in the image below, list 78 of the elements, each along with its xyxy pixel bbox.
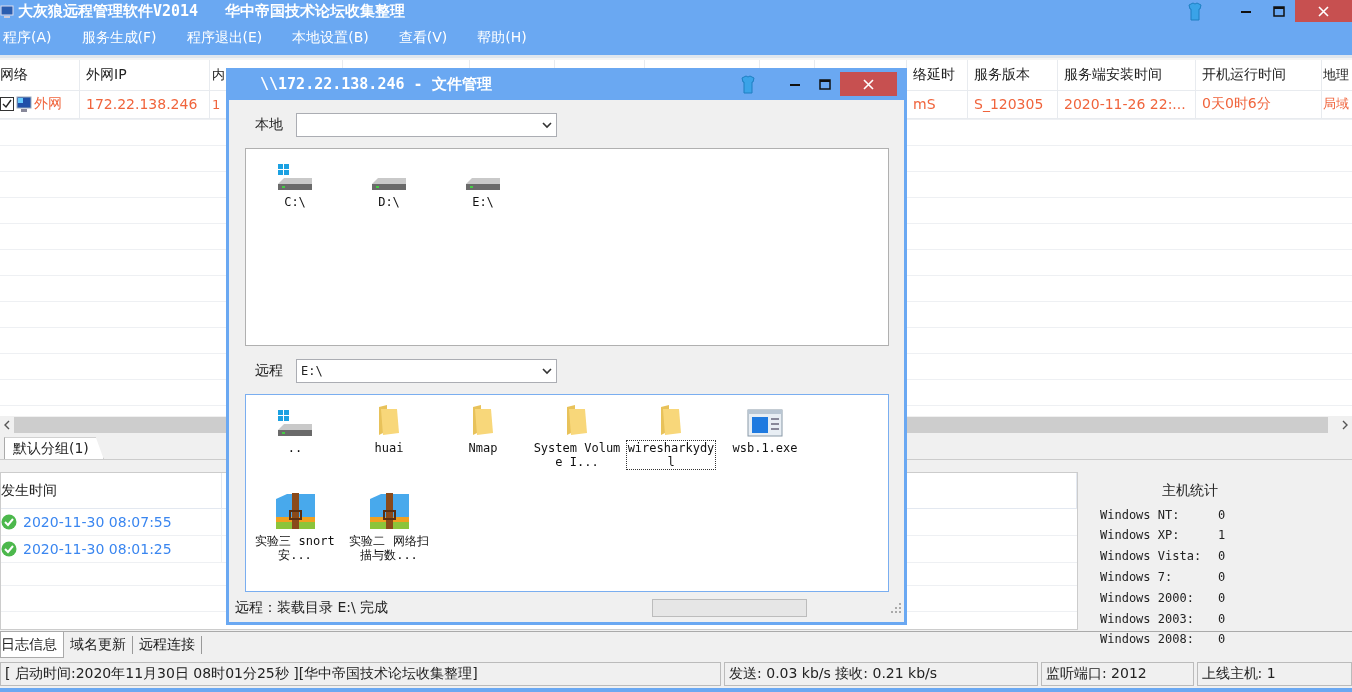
table-cell: 0天0时6分 [1196, 90, 1322, 118]
window-icon [747, 409, 783, 437]
computer-icon [16, 95, 32, 113]
table-cell: 外网 [34, 95, 62, 114]
column-header[interactable]: 开机运行时间 [1196, 59, 1322, 90]
folder-icon [471, 403, 495, 437]
column-header[interactable]: 服务端安装时间 [1058, 59, 1196, 90]
stat-value: 0 [1218, 590, 1226, 605]
folder-icon [377, 403, 401, 437]
file-item[interactable]: huai [342, 401, 436, 494]
file-item[interactable]: wsb.1.exe [718, 401, 812, 494]
stats-title: 主机统计 [1161, 482, 1219, 501]
table-cell: 172.22.138.246 [80, 90, 210, 118]
close-icon [1318, 5, 1329, 17]
stat-label: Windows 2008: [1100, 632, 1195, 647]
status-text: 发送: 0.03 kb/s 接收: 0.21 kb/s [724, 662, 1038, 687]
tab[interactable]: 日志信息 [0, 632, 64, 659]
archive-icon [368, 493, 410, 530]
scroll-left-icon[interactable] [3, 419, 11, 430]
stat-value: 0 [1218, 507, 1226, 522]
folder-icon [565, 403, 589, 437]
window-title: 大灰狼远程管理软件V2014 华中帝国技术论坛收集整理 [18, 1, 406, 21]
file-item[interactable]: wiresharkydyl [624, 401, 718, 494]
drive-icon [276, 164, 314, 191]
table-cell: 2020-11-30 08:07:55 [23, 514, 172, 531]
file-item[interactable]: 实验三 snort安... [248, 494, 342, 587]
column-header[interactable]: 外网IP [80, 59, 210, 90]
status-text: 监听端口: 2012 [1040, 662, 1194, 687]
folder-icon [659, 403, 683, 437]
field-label: 本地 [255, 116, 283, 134]
file-item[interactable]: .. [248, 401, 342, 494]
stat-value: 0 [1218, 549, 1226, 564]
status-text: 远程：装载目录 E:\ 完成 [235, 599, 390, 617]
column-header[interactable]: 网络 [0, 59, 80, 90]
archive-icon [274, 493, 316, 530]
close-icon [863, 78, 874, 90]
stat-value: 0 [1218, 570, 1226, 585]
status-text: 上线主机: 1 [1196, 662, 1352, 687]
maximize-icon [1272, 5, 1285, 17]
tab[interactable]: 远程连接 [133, 636, 202, 655]
chevron-down-icon [542, 367, 552, 375]
tab[interactable]: 域名更新 [64, 636, 133, 655]
stat-value: 0 [1218, 632, 1226, 647]
stat-value: 0 [1218, 611, 1226, 626]
field-label: 远程 [255, 362, 283, 380]
file-item[interactable]: E:\ [436, 155, 530, 248]
drive-icon [276, 410, 314, 437]
file-item[interactable]: C:\ [248, 155, 342, 248]
drive-icon [370, 176, 408, 191]
stat-label: Windows Vista: [1100, 549, 1203, 564]
check-icon [2, 99, 12, 110]
file-item[interactable]: 实验二 网络扫描与数... [342, 494, 436, 587]
column-header[interactable]: 地理 [1322, 59, 1352, 90]
maximize-icon [819, 78, 831, 90]
file-item[interactable]: D:\ [342, 155, 436, 248]
table-cell: 2020-11-30 08:01:25 [23, 541, 172, 558]
chevron-down-icon [542, 121, 552, 129]
stat-label: Windows 2003: [1100, 611, 1195, 626]
status-text: [ 启动时间:2020年11月30日 08时01分25秒 ][华中帝国技术论坛收集整理] [0, 662, 722, 687]
combo-box[interactable]: E:\ [296, 359, 557, 383]
scroll-right-icon[interactable] [1341, 419, 1349, 430]
checkbox[interactable] [0, 97, 14, 112]
table-cell: 局域 [1322, 90, 1352, 118]
column-header[interactable]: 发生时间 [1, 473, 222, 509]
computer-icon [0, 3, 14, 19]
size-grip-icon[interactable] [890, 602, 902, 614]
stat-label: Windows 2000: [1100, 590, 1195, 605]
stat-value: 1 [1218, 528, 1226, 543]
stat-label: Windows NT: [1100, 507, 1181, 522]
file-item[interactable]: Nmap [436, 401, 530, 494]
table-cell: S_120305 [968, 90, 1058, 118]
column-header[interactable]: 服务版本 [968, 59, 1058, 90]
stat-label: Windows XP: [1100, 528, 1181, 543]
table-cell: 2020-11-26 22:... [1058, 90, 1196, 118]
group-tab[interactable]: 默认分组(1) [4, 437, 104, 460]
stat-label: Windows 7: [1100, 570, 1174, 585]
drive-icon [464, 176, 502, 191]
file-item[interactable]: System Volume I... [530, 401, 624, 494]
